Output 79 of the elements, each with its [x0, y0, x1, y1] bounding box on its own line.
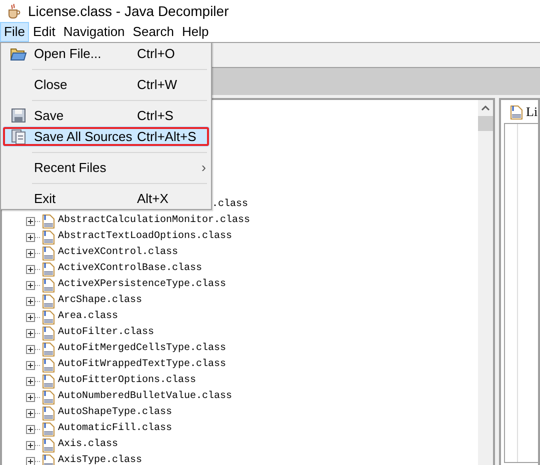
- documents-icon: [10, 128, 26, 144]
- class-file-icon: [41, 278, 55, 292]
- scroll-up-icon[interactable]: [481, 105, 490, 111]
- class-file-icon: [509, 104, 523, 120]
- scroll-thumb[interactable]: [478, 116, 493, 131]
- tree-item[interactable]: AutoFitMergedCellsType.class: [58, 341, 226, 357]
- expand-icon[interactable]: [26, 360, 35, 370]
- menu-item[interactable]: Navigation: [59, 22, 129, 42]
- class-file-icon: [41, 246, 55, 260]
- tree-item[interactable]: Area.class: [58, 309, 118, 325]
- tree-item[interactable]: AbstractCalculationMonitor.class: [58, 213, 250, 229]
- tree-item[interactable]: ActiveXPersistenceType.class: [58, 277, 226, 293]
- menu-item[interactable]: File: [0, 22, 29, 42]
- menu-item[interactable]: Save Ctrl+S: [2, 105, 210, 126]
- expand-icon[interactable]: [26, 456, 35, 465]
- shortcut-label: Ctrl+Alt+S: [137, 128, 196, 146]
- class-file-icon: [41, 310, 55, 324]
- class-file-icon: [41, 438, 55, 452]
- editor-tab[interactable]: Li: [509, 102, 538, 122]
- tree-item[interactable]: AutoNumberedBulletValue.class: [58, 389, 232, 405]
- expand-icon[interactable]: [26, 216, 35, 226]
- class-file-icon: [41, 390, 55, 404]
- menu-label: Recent Files: [34, 158, 108, 177]
- window-title: License.class - Java Decompiler: [28, 2, 229, 21]
- submenu-arrow: ›: [201, 158, 206, 177]
- menu-item[interactable]: Recent Files ›: [2, 157, 210, 178]
- class-file-icon: [41, 262, 55, 276]
- tree-item[interactable]: AutoShapeType.class: [58, 405, 172, 421]
- menu-item[interactable]: Help: [178, 22, 213, 42]
- tree-item[interactable]: ArcShape.class: [58, 293, 142, 309]
- menu-label: Save: [34, 106, 65, 125]
- expand-icon[interactable]: [26, 408, 35, 418]
- expand-icon[interactable]: [26, 392, 35, 402]
- tree-item[interactable]: .class: [212, 197, 248, 213]
- expand-icon[interactable]: [26, 344, 35, 354]
- class-file-icon: [41, 422, 55, 436]
- shortcut-label: Ctrl+O: [137, 44, 175, 63]
- tree-item[interactable]: AutoFitterOptions.class: [58, 373, 196, 389]
- menu-item[interactable]: Exit Alt+X: [2, 188, 210, 209]
- folder-icon: [10, 46, 26, 60]
- class-file-icon: [41, 342, 55, 356]
- menu-label: Exit: [34, 190, 57, 208]
- menu-label: Open File...: [34, 44, 102, 63]
- menu-item[interactable]: Close Ctrl+W: [2, 74, 210, 95]
- expand-icon[interactable]: [26, 296, 35, 306]
- expand-icon[interactable]: [26, 440, 35, 450]
- expand-icon[interactable]: [26, 248, 35, 258]
- class-file-icon: [41, 358, 55, 372]
- shortcut-label: Alt+X: [137, 190, 168, 208]
- class-file-icon: [41, 406, 55, 420]
- expand-icon[interactable]: [26, 280, 35, 290]
- menu-item[interactable]: Edit: [28, 22, 60, 42]
- class-file-icon: [41, 294, 55, 308]
- expand-icon[interactable]: [26, 232, 35, 242]
- menu-item[interactable]: Open File... Ctrl+O: [2, 43, 210, 64]
- class-file-icon: [41, 374, 55, 388]
- coffee-cup-icon: [6, 3, 22, 19]
- menu-item[interactable]: Search: [128, 22, 178, 42]
- expand-icon[interactable]: [26, 424, 35, 434]
- expand-icon[interactable]: [26, 376, 35, 386]
- tree-item[interactable]: ActiveXControl.class: [58, 245, 178, 261]
- expand-icon[interactable]: [26, 328, 35, 338]
- class-file-icon: [41, 230, 55, 244]
- tree-item[interactable]: Axis.class: [58, 437, 118, 453]
- menu-item[interactable]: Save All Sources Ctrl+Alt+S: [2, 126, 210, 147]
- tree-item[interactable]: AbstractTextLoadOptions.class: [58, 229, 232, 245]
- shortcut-label: Ctrl+W: [137, 76, 178, 94]
- menu-label: Close: [34, 76, 68, 94]
- class-file-icon: [41, 326, 55, 340]
- shortcut-label: Ctrl+S: [137, 106, 174, 125]
- tree-item[interactable]: AxisType.class: [58, 453, 142, 465]
- tree-item[interactable]: AutoFilter.class: [58, 325, 154, 341]
- menu-label: Save All Sources: [34, 128, 134, 146]
- expand-icon[interactable]: [26, 312, 35, 322]
- tree-item[interactable]: ActiveXControlBase.class: [58, 261, 202, 277]
- tree-item[interactable]: AutoFitWrappedTextType.class: [58, 357, 226, 373]
- tree-item[interactable]: AutomaticFill.class: [58, 421, 172, 437]
- class-file-icon: [41, 214, 55, 228]
- expand-icon[interactable]: [26, 264, 35, 274]
